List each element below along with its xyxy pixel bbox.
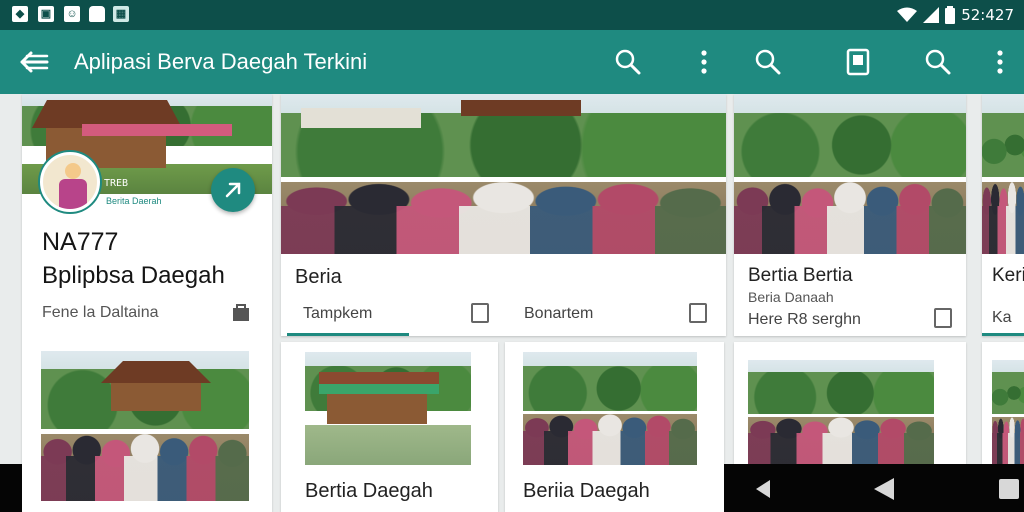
feature-title: Beria [295, 266, 342, 288]
edge-card-subtitle: Ka [992, 309, 1012, 326]
grid-card[interactable] [982, 342, 1024, 464]
grid-card[interactable]: Beriia Daegah [505, 342, 724, 512]
app-title: Aplipasi Berva Daegah Terkini [74, 49, 368, 74]
grid-card[interactable] [734, 342, 966, 464]
side-card-title: Bertia Bertia [748, 265, 853, 286]
status-right: 52:427 [897, 5, 1014, 25]
signal-icon [923, 7, 940, 23]
feature-image [281, 94, 726, 254]
recents-icon [999, 479, 1019, 499]
back-icon [756, 480, 770, 498]
grid-card-image [748, 360, 934, 464]
status-time: 52:427 [961, 6, 1014, 24]
tab-bonartem[interactable]: Bonartem [524, 305, 593, 323]
search-button-2[interactable] [752, 46, 784, 78]
search-icon [615, 49, 641, 75]
profile-badge: Berita Daerah [106, 196, 162, 206]
search-icon [755, 49, 781, 75]
more-options-button[interactable] [688, 46, 720, 78]
arrow-up-right-icon [225, 182, 241, 198]
notification-e-icon: ▦ [113, 6, 129, 22]
profile-story-image[interactable] [41, 351, 249, 501]
profile-code: NA777 [42, 228, 119, 256]
arrow-back-icon [20, 51, 49, 73]
bag-icon [233, 304, 249, 321]
back-button[interactable] [18, 48, 50, 76]
battery-icon [945, 6, 956, 24]
edge-card-image [982, 94, 1024, 254]
doc-icon[interactable] [934, 308, 952, 328]
grid-card-image [305, 352, 471, 465]
tab-indicator [982, 333, 1024, 336]
bookmark-icon [846, 48, 870, 76]
grid-card-image [523, 352, 697, 465]
profile-subtitle: Fene la Daltaina [42, 304, 159, 321]
grid-card[interactable]: Bertia Daegah [281, 342, 498, 512]
search-button-3[interactable] [922, 46, 954, 78]
search-icon [925, 49, 951, 75]
notification-c-icon: ☺ [64, 6, 80, 22]
nav-recents-button[interactable] [998, 478, 1022, 500]
notification-a-icon: ◆ [12, 6, 28, 22]
profile-name: Bplipbsa Daegah [42, 262, 225, 289]
notification-d-icon [89, 6, 105, 22]
more-vert-icon [701, 50, 707, 74]
search-button[interactable] [612, 46, 644, 78]
tab-indicator [287, 333, 409, 336]
nav-bar [724, 464, 1024, 512]
nav-back-button[interactable] [752, 478, 774, 500]
avatar[interactable] [40, 152, 100, 212]
home-icon [874, 478, 894, 500]
grid-card-image [992, 360, 1024, 464]
doc-icon[interactable] [689, 303, 707, 323]
feature-card[interactable]: Beria Tampkem Bonartem [281, 94, 726, 336]
edge-card-title: Keri [992, 265, 1024, 286]
tab-tampkem[interactable]: Tampkem [303, 305, 372, 323]
share-fab[interactable] [211, 168, 255, 212]
grid-card-title: Bertia Daegah [305, 480, 433, 502]
app-bar: Aplipasi Berva Daegah Terkini [0, 30, 1024, 94]
notification-b-icon: ▣ [38, 6, 54, 22]
more-options-button-2[interactable] [984, 46, 1016, 78]
grid-card-title: Beriia Daegah [523, 480, 650, 502]
bookmark-button[interactable] [842, 46, 874, 78]
wifi-icon [897, 7, 918, 22]
doc-icon[interactable] [471, 303, 489, 323]
side-card[interactable]: Bertia Bertia Beria Danaah Here R8 sergh… [734, 94, 966, 336]
side-card-meta: Here R8 serghn [748, 311, 861, 328]
side-card-image [734, 94, 966, 254]
status-bar: ◆ ▣ ☺ ▦ 52:427 [0, 0, 1024, 30]
banner-caption: TREB [104, 178, 129, 189]
nav-bar-left-edge [0, 464, 22, 512]
nav-home-button[interactable] [870, 476, 898, 502]
edge-card[interactable]: Keri Ka [982, 94, 1024, 336]
side-card-subtitle: Beria Danaah [748, 289, 834, 305]
profile-save-button[interactable] [230, 301, 252, 323]
more-vert-icon [997, 50, 1003, 74]
